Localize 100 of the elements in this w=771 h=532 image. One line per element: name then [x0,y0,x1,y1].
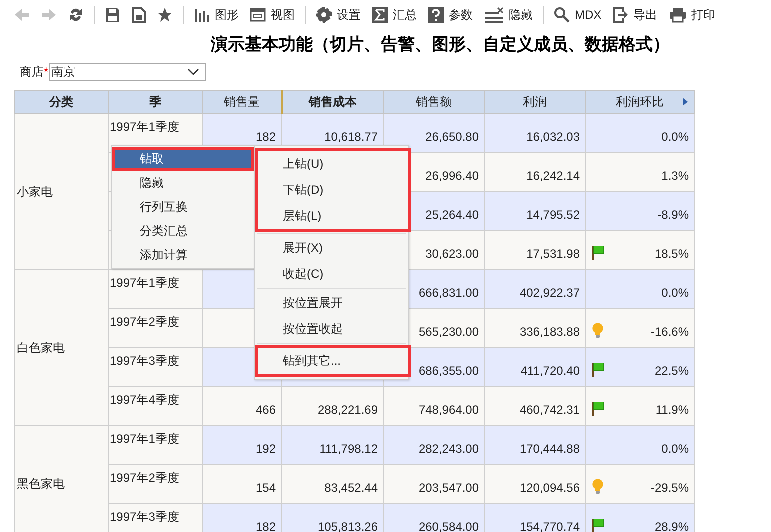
document-icon [131,7,146,23]
menu-item[interactable]: 按位置展开 [255,290,408,316]
settings-icon [316,7,332,23]
ratio-cell: 0.0% [662,442,689,456]
number-cell: 192 [256,442,276,456]
number-cell: 120,094.56 [520,481,580,495]
forward-arrow-icon [41,8,57,22]
column-header[interactable]: 季 [108,90,202,114]
menu-item[interactable]: 钻取 [112,147,254,171]
ratio-cell: -29.5% [650,481,689,495]
save-icon [105,7,120,23]
light-bulb-icon [592,479,604,494]
hide-icon [484,7,504,23]
column-header[interactable]: 销售额 [384,90,484,114]
ratio-cell: 1.3% [662,169,689,183]
refresh-icon [68,7,84,23]
settings-button[interactable]: 设置 [312,4,365,26]
export-icon [612,7,629,23]
mdx-button[interactable]: MDX [550,5,606,25]
flag-icon [592,363,604,377]
menu-item[interactable]: 按位置收起 [255,316,408,342]
quarter-cell: 1997年3季度 [110,354,180,368]
number-cell: 411,720.40 [520,364,580,378]
number-cell: 170,444.88 [520,442,580,456]
number-cell: 288,221.69 [318,403,378,417]
menu-item[interactable]: 行列互换 [112,195,254,219]
summary-button[interactable]: 汇总 [368,4,421,26]
column-header[interactable]: 销售成本 [282,90,384,114]
number-cell: 686,355.00 [418,364,479,378]
number-cell: 182 [256,130,276,144]
quarter-cell: 1997年1季度 [110,432,180,446]
store-label: 商店* [20,64,49,80]
view-button[interactable]: 视图 [246,4,299,26]
column-header[interactable]: 分类 [14,90,108,114]
store-dropdown[interactable]: 南京 [48,63,206,81]
number-cell: 460,742.31 [520,403,580,417]
ratio-cell: -16.6% [650,325,689,339]
number-cell: 25,264.40 [426,208,479,222]
sigma-icon [372,7,388,23]
menu-item[interactable]: 上钻(U) [258,151,408,177]
menu-item[interactable]: 下钻(D) [258,177,408,203]
quarter-cell: 1997年2季度 [110,471,180,485]
search-icon [554,7,570,23]
number-cell: 282,243.00 [418,442,479,456]
parameters-button[interactable]: 参数 [424,4,477,26]
number-cell: 26,996.40 [426,169,479,183]
number-cell: 466 [256,403,276,417]
number-cell: 30,623.00 [426,247,479,261]
quarter-cell: 1997年4季度 [110,393,180,407]
ratio-cell: 0.0% [662,130,689,144]
flag-icon [592,519,604,532]
chevron-down-icon [188,68,199,76]
quarter-cell: 1997年1季度 [110,120,180,134]
print-button[interactable]: 打印 [664,4,720,26]
ratio-cell: 22.5% [654,364,689,378]
ratio-cell: 0.0% [662,286,689,300]
category-cell: 黑色家电 [17,477,65,491]
ratio-cell: -8.9% [658,208,689,222]
menu-item[interactable]: 展开(X) [255,235,408,261]
category-cell: 小家电 [17,184,53,198]
column-header[interactable]: 利润环比 [586,90,694,114]
number-cell: 10,618.77 [324,130,378,144]
ratio-cell: 18.5% [654,247,689,261]
menu-item[interactable]: 分类汇总 [112,219,254,243]
hide-button[interactable]: 隐藏 [480,4,537,26]
quarter-cell: 1997年2季度 [110,315,180,329]
number-cell: 111,798.12 [320,442,378,456]
ratio-cell: 11.9% [656,403,689,417]
ratio-cell: 28.9% [654,520,689,532]
menu-item[interactable]: 添加计算 [112,243,254,267]
column-header[interactable]: 销售量 [202,90,282,114]
export-button[interactable]: 导出 [608,4,662,26]
number-cell: 26,650.80 [426,130,479,144]
quarter-cell: 1997年1季度 [110,276,180,290]
number-cell: 748,964.00 [418,403,479,417]
number-cell: 154 [256,481,276,495]
flag-icon [592,402,604,416]
number-cell: 565,230.00 [418,325,479,339]
number-cell: 16,242.14 [526,169,580,183]
number-cell: 14,795.52 [526,208,580,222]
back-arrow-icon [14,8,30,22]
question-icon [428,7,444,23]
menu-item[interactable]: 收起(C) [255,261,408,287]
number-cell: 336,183.88 [520,325,580,339]
chart-button[interactable]: 图形 [190,4,243,26]
number-cell: 666,831.00 [418,286,479,300]
bar-chart-icon [194,8,210,22]
flag-icon [592,246,604,260]
menu-item[interactable]: 层钻(L) [258,203,408,229]
number-cell: 203,547.00 [418,481,479,495]
category-cell: 白色家电 [17,340,65,354]
report-title: 演示基本功能（切片、告警、图形、自定义成员、数据格式） [210,34,671,56]
number-cell: 16,032.03 [526,130,580,144]
window-icon [250,8,266,22]
star-icon [157,7,173,23]
number-cell: 402,922.37 [520,286,580,300]
right-triangle-icon [683,98,688,106]
menu-item[interactable]: 隐藏 [112,171,254,195]
column-header[interactable]: 利润 [484,90,586,114]
number-cell: 83,452.44 [324,481,378,495]
